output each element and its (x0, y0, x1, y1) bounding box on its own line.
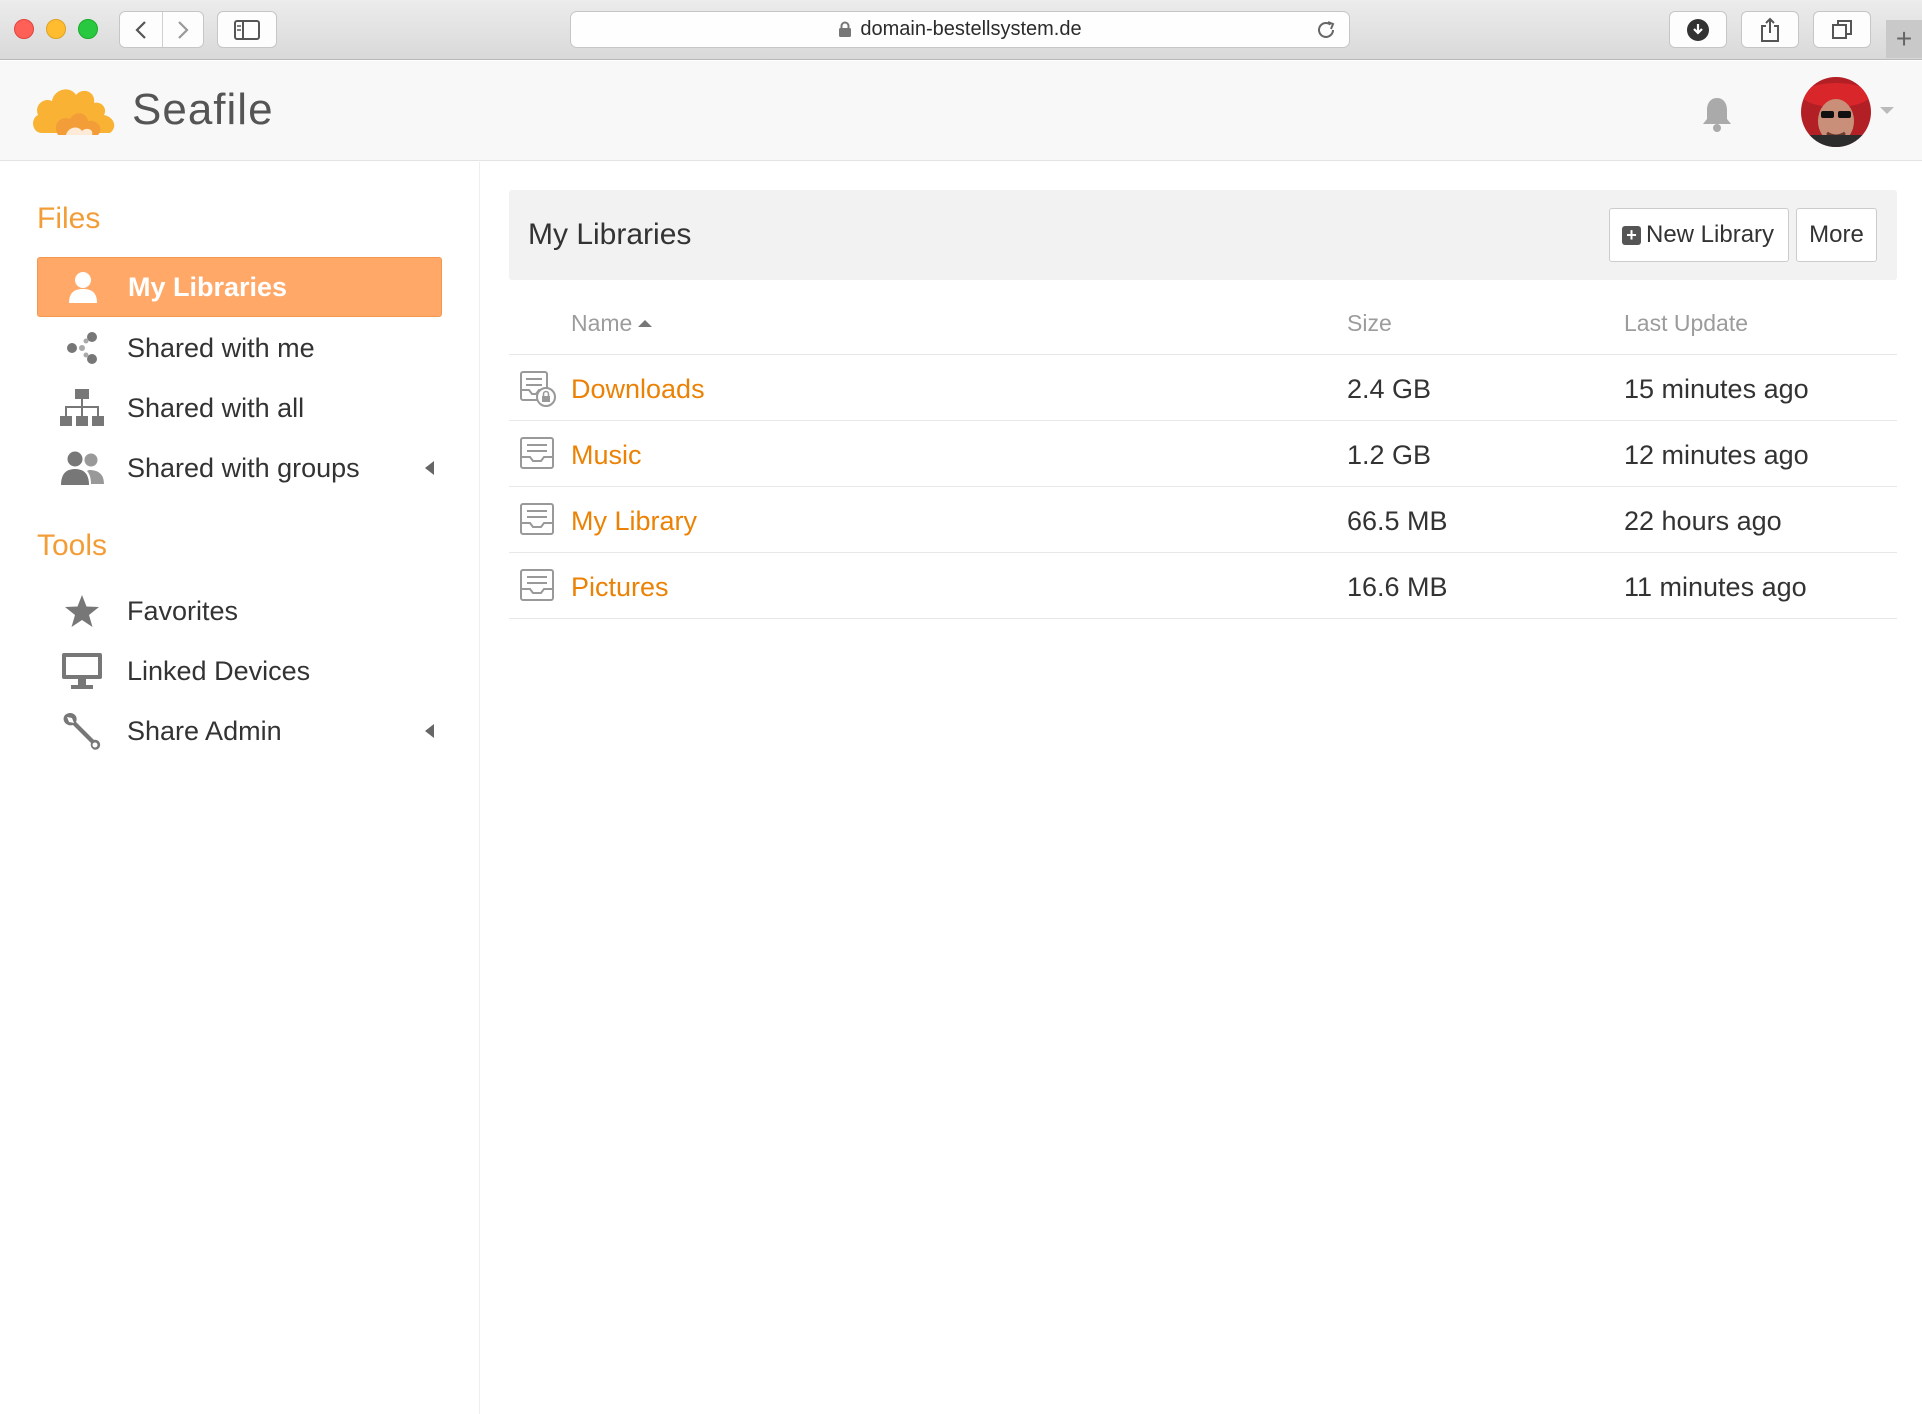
sidebar-icon (234, 19, 260, 40)
user-icon (38, 270, 128, 304)
address-bar[interactable]: domain-bestellsystem.de (570, 11, 1350, 48)
sidebar-item-shared-with-all[interactable]: Shared with all (37, 378, 442, 438)
table-header: Name Size Last Update (509, 280, 1897, 355)
library-size: 2.4 GB (1347, 374, 1432, 404)
more-button[interactable]: More (1796, 208, 1877, 262)
sidebar-item-shared-with-me[interactable]: Shared with me (37, 318, 442, 378)
library-name-link[interactable]: My Library (571, 506, 697, 537)
page-title: My Libraries (528, 218, 692, 251)
plus-icon: + (1895, 23, 1913, 54)
library-last-update: 15 minutes ago (1624, 374, 1809, 404)
library-icon (517, 434, 557, 479)
user-menu-caret-icon[interactable] (1880, 107, 1894, 114)
share-icon (37, 331, 127, 365)
sidebar-item-label: Favorites (127, 595, 239, 626)
bell-icon (1703, 98, 1731, 132)
table-row[interactable]: Music 1.2 GB 12 minutes ago (509, 421, 1897, 487)
sidebar-toggle-button[interactable] (217, 11, 277, 48)
sidebar-item-shared-with-groups[interactable]: Shared with groups (37, 438, 442, 498)
group-icon (37, 450, 127, 486)
sidebar-item-favorites[interactable]: Favorites (37, 581, 442, 641)
library-name-link[interactable]: Music (571, 440, 642, 471)
browser-toolbar: domain-bestellsystem.de + (0, 0, 1922, 60)
sidebar: Files My Libraries Shared with me Shared… (0, 162, 480, 1414)
sidebar-item-my-libraries[interactable]: My Libraries (37, 257, 442, 317)
library-name-link[interactable]: Pictures (571, 572, 669, 603)
column-header-name-label: Name (571, 310, 633, 336)
avatar-image-icon (1801, 77, 1871, 147)
library-last-update: 12 minutes ago (1624, 440, 1809, 470)
sitemap-icon (37, 388, 127, 428)
library-last-update: 22 hours ago (1624, 506, 1782, 536)
new-library-label: New Library (1646, 221, 1775, 248)
lock-icon (839, 21, 852, 37)
share-button[interactable] (1741, 11, 1799, 48)
table-row[interactable]: My Library 66.5 MB 22 hours ago (509, 487, 1897, 553)
zoom-window-button[interactable] (78, 19, 98, 39)
table-row[interactable]: Downloads 2.4 GB 15 minutes ago (509, 355, 1897, 421)
forward-button[interactable] (161, 12, 204, 47)
app-header: Seafile (0, 61, 1922, 161)
app-name: Seafile (132, 85, 274, 134)
new-library-button[interactable]: + New Library (1609, 208, 1789, 262)
reload-icon[interactable] (1315, 19, 1337, 41)
encrypted-library-icon (517, 368, 557, 413)
sidebar-item-label: Shared with groups (127, 452, 360, 483)
seafile-cloud-icon (33, 89, 115, 135)
more-label: More (1809, 221, 1864, 248)
close-window-button[interactable] (14, 19, 34, 39)
chevron-right-icon (177, 20, 189, 39)
tools-heading: Tools (37, 529, 108, 562)
monitor-icon (37, 652, 127, 690)
library-last-update: 11 minutes ago (1624, 572, 1807, 602)
new-tab-button[interactable]: + (1886, 20, 1922, 58)
files-heading: Files (37, 202, 101, 235)
column-header-last-update[interactable]: Last Update (1624, 310, 1748, 337)
tabs-icon (1832, 19, 1852, 39)
sidebar-item-label: Linked Devices (127, 655, 311, 686)
minimize-window-button[interactable] (46, 19, 66, 39)
main-content: My Libraries + New Library More Name Siz… (509, 190, 1897, 619)
library-size: 16.6 MB (1347, 572, 1448, 602)
sidebar-item-share-admin[interactable]: Share Admin (37, 701, 442, 761)
column-header-size[interactable]: Size (1347, 310, 1392, 337)
library-size: 66.5 MB (1347, 506, 1448, 536)
caret-left-icon[interactable] (425, 461, 434, 475)
caret-left-icon[interactable] (425, 724, 434, 738)
sidebar-item-linked-devices[interactable]: Linked Devices (37, 641, 442, 701)
table-row[interactable]: Pictures 16.6 MB 11 minutes ago (509, 553, 1897, 619)
nav-button-group (119, 11, 204, 48)
notifications-button[interactable] (1700, 95, 1734, 138)
seafile-logo[interactable]: Seafile (28, 75, 274, 145)
wrench-icon (37, 711, 127, 751)
download-icon (1687, 18, 1709, 41)
show-tabs-button[interactable] (1813, 11, 1871, 48)
libraries-header: My Libraries + New Library More (509, 190, 1897, 280)
user-avatar[interactable] (1801, 77, 1871, 147)
library-size: 1.2 GB (1347, 440, 1432, 470)
back-button[interactable] (120, 12, 162, 47)
star-icon (37, 594, 127, 628)
sidebar-item-label: Shared with me (127, 332, 315, 363)
library-icon (517, 566, 557, 611)
url-text: domain-bestellsystem.de (860, 18, 1082, 40)
library-icon (517, 500, 557, 545)
sidebar-item-label: Share Admin (127, 715, 282, 746)
sidebar-item-label: My Libraries (128, 271, 288, 302)
library-name-link[interactable]: Downloads (571, 374, 705, 405)
column-header-name[interactable]: Name (571, 310, 653, 337)
plus-square-icon: + (1622, 225, 1641, 245)
sort-ascending-icon (638, 320, 653, 327)
sidebar-item-label: Shared with all (127, 392, 305, 423)
downloads-button[interactable] (1669, 11, 1727, 48)
chevron-left-icon (135, 20, 146, 39)
share-upload-icon (1761, 17, 1779, 42)
